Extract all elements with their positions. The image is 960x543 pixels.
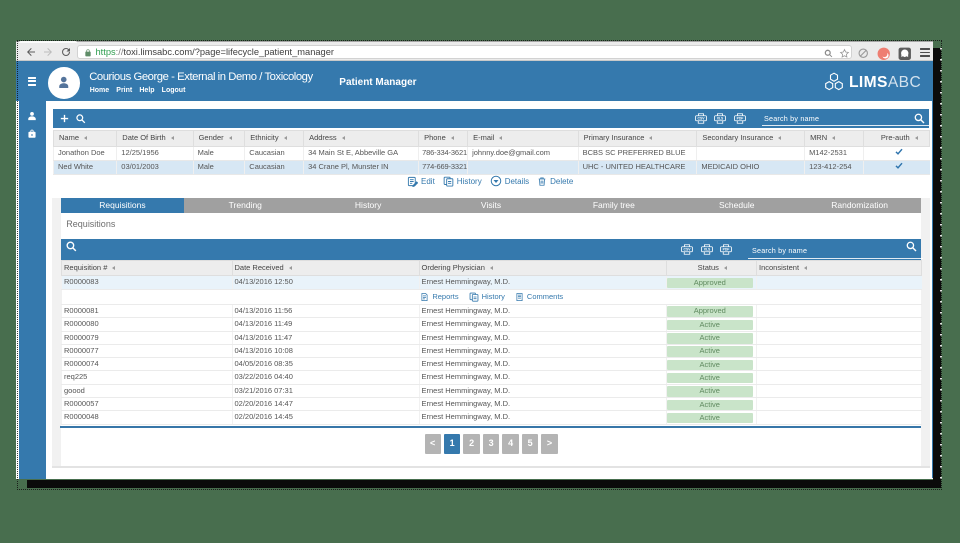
- svg-text:CSV: CSV: [698, 116, 706, 120]
- svg-text:PDF: PDF: [737, 116, 744, 120]
- svg-text:CSV: CSV: [684, 247, 692, 251]
- svg-text:XLS: XLS: [703, 247, 710, 251]
- svg-text:PDF: PDF: [723, 247, 730, 251]
- svg-text:XLS: XLS: [717, 116, 724, 120]
